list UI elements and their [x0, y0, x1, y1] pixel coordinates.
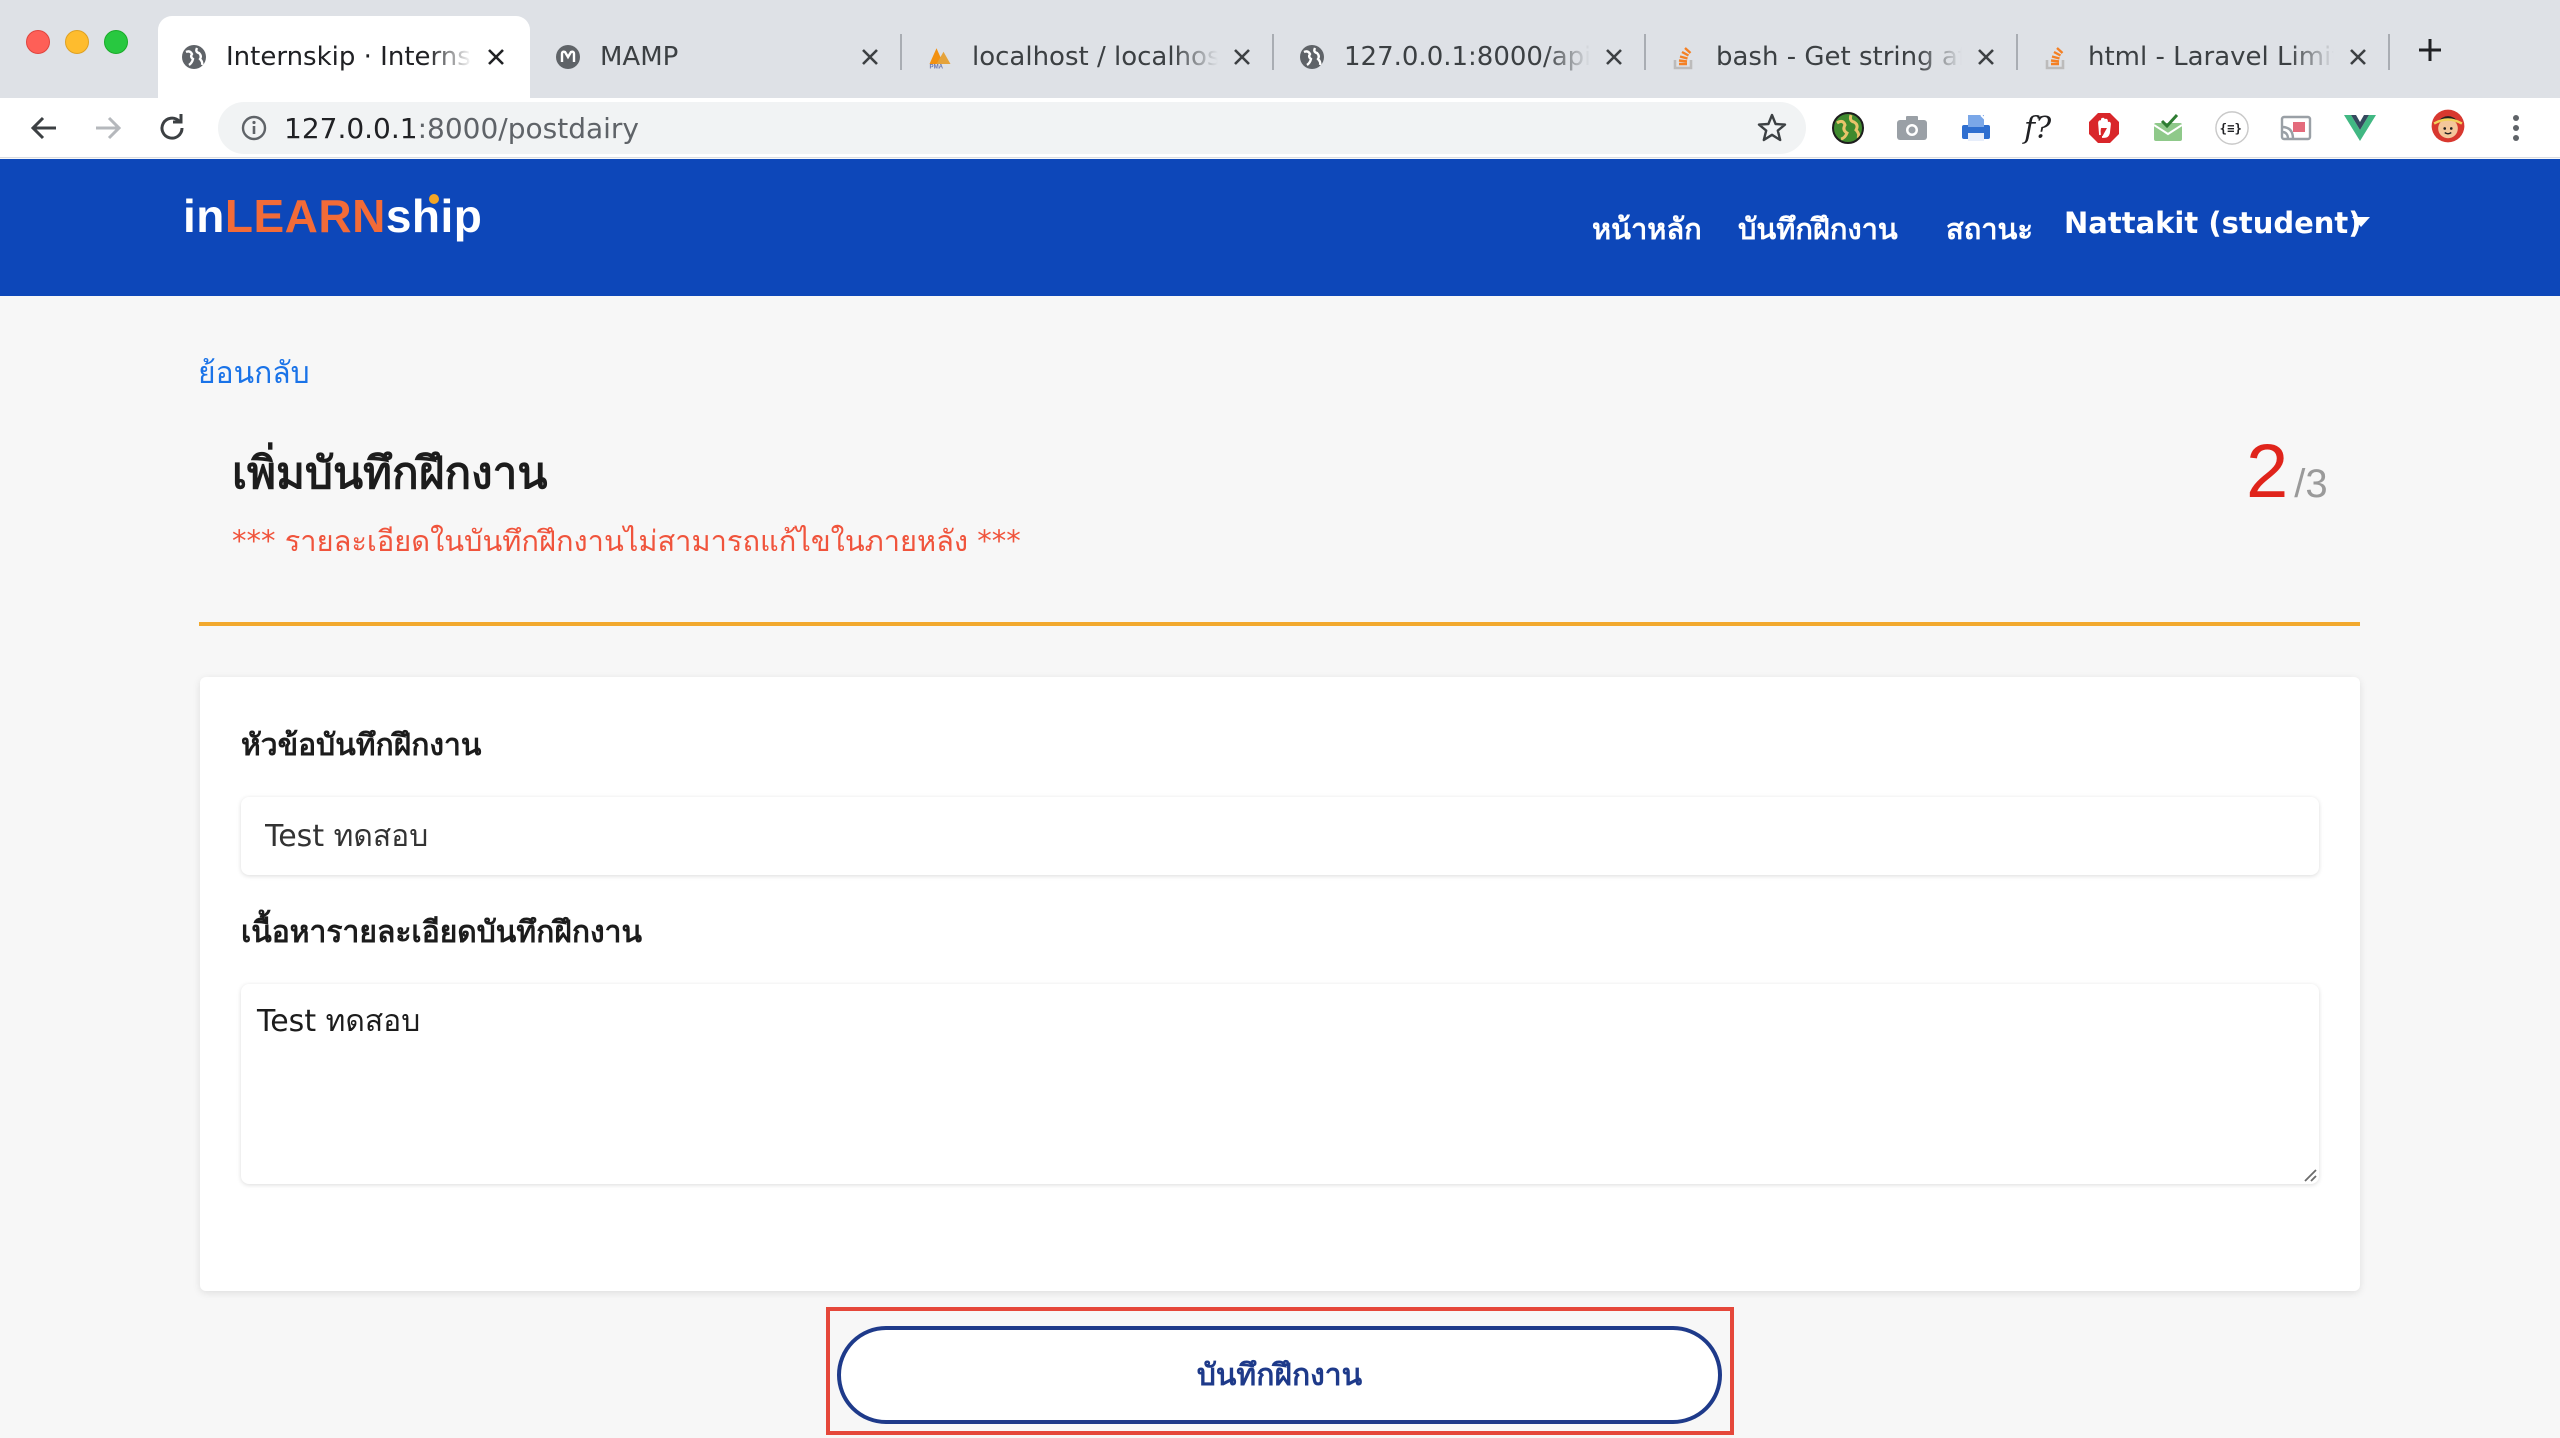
url-path: :8000/postdairy	[417, 112, 639, 145]
nav-home[interactable]: หน้าหลัก	[1592, 206, 1702, 252]
section-divider	[199, 622, 2360, 626]
tab-separator	[2388, 34, 2390, 70]
resize-grip-icon[interactable]	[2301, 1166, 2317, 1182]
kebab-menu-icon[interactable]	[2498, 110, 2534, 146]
logo-part-learn: LEARN	[224, 190, 386, 242]
tab-title: Internskip · Internskip	[226, 42, 472, 72]
window-close-button[interactable]	[26, 30, 50, 54]
avatar[interactable]	[2430, 109, 2466, 146]
browser-tab-stackoverflow-laravel[interactable]: html - Laravel Limit Ch	[2020, 16, 2392, 98]
arrow-left-icon	[30, 116, 56, 140]
caret-down-icon[interactable]	[2352, 217, 2370, 227]
tab-title: bash - Get string after	[1716, 42, 1962, 72]
json-viewer-icon[interactable]: {≡}	[2214, 110, 2250, 146]
mamp-icon	[554, 43, 582, 71]
print-extension-icon[interactable]	[1958, 110, 1994, 146]
globe-icon	[180, 43, 208, 71]
browser-tab-stackoverflow-bash[interactable]: bash - Get string after	[1648, 16, 2020, 98]
close-icon[interactable]	[482, 43, 510, 71]
window-minimize-button[interactable]	[65, 30, 89, 54]
plus-icon	[2419, 39, 2441, 61]
nav-status[interactable]: สถานะ	[1946, 206, 2033, 252]
vue-devtools-icon[interactable]	[2342, 110, 2378, 146]
counter-current: 2	[2246, 429, 2289, 514]
logo-dot	[429, 194, 439, 204]
nav-user-menu[interactable]: Nattakit (student)	[2064, 206, 2362, 240]
browser-tab-strip: Internskip · Internskip MAMP PMA localho…	[0, 0, 2560, 98]
info-icon[interactable]	[240, 114, 268, 142]
earth-extension-icon[interactable]	[1830, 110, 1866, 146]
close-icon[interactable]	[1972, 43, 2000, 71]
window-zoom-button[interactable]	[104, 30, 128, 54]
address-bar[interactable]: 127.0.0.1:8000/postdairy	[218, 102, 1806, 154]
check-mail-icon[interactable]	[2150, 110, 2186, 146]
warning-message: *** รายละเอียดในบันทึกฝึกงานไม่สามารถแก้…	[232, 524, 1021, 558]
save-journal-button[interactable]: บันทึกฝึกงาน	[837, 1326, 1722, 1424]
browser-tab-internskip[interactable]: Internskip · Internskip	[158, 16, 530, 98]
svg-text:{≡}: {≡}	[2220, 122, 2242, 136]
reload-icon	[160, 114, 184, 140]
svg-text:PMA: PMA	[930, 63, 944, 70]
counter-total: /3	[2294, 462, 2328, 506]
topic-label: หัวข้อบันทึกฝึกงาน	[241, 728, 482, 763]
back-link[interactable]: ย้อนกลับ	[198, 350, 310, 397]
tab-title: html - Laravel Limit Ch	[2088, 42, 2334, 72]
logo-part-in: in	[183, 190, 225, 242]
back-button[interactable]	[24, 108, 64, 148]
arrow-right-icon	[96, 116, 122, 140]
tab-title: MAMP	[600, 42, 679, 72]
close-icon[interactable]	[856, 43, 884, 71]
page-title: เพิ่มบันทึกฝึกงาน	[232, 448, 548, 499]
browser-tab-api[interactable]: 127.0.0.1:8000/api/inte	[1276, 16, 1648, 98]
reload-button[interactable]	[152, 108, 192, 148]
topic-input[interactable]	[241, 797, 2319, 875]
svg-text:f?: f?	[2022, 111, 2052, 145]
journal-form-card: หัวข้อบันทึกฝึกงาน เนื้อหารายละเอียดบันท…	[200, 677, 2360, 1291]
close-icon[interactable]	[1228, 43, 1256, 71]
browser-toolbar: 127.0.0.1:8000/postdairy f? {≡}	[0, 98, 2560, 158]
cast-icon[interactable]	[2278, 110, 2314, 146]
url-host: 127.0.0.1	[284, 112, 418, 145]
adblock-icon[interactable]	[2086, 110, 2122, 146]
tab-separator	[1644, 34, 1646, 70]
forward-button[interactable]	[88, 108, 128, 148]
tab-title: localhost / localhost / s	[972, 42, 1218, 72]
detail-textarea[interactable]: Test ทดสอบ	[241, 984, 2319, 1184]
entry-counter: 2/3	[2246, 428, 2328, 515]
bookmark-star-icon[interactable]	[1756, 112, 1788, 144]
site-header: inLEARNship หน้าหลัก บันทึกฝึกงาน สถานะ …	[0, 159, 2560, 296]
browser-tab-mamp[interactable]: MAMP	[532, 16, 904, 98]
tab-separator	[1272, 34, 1274, 70]
tab-separator	[900, 34, 902, 70]
stackoverflow-icon	[1670, 43, 1698, 71]
browser-tab-phpmyadmin[interactable]: PMA localhost / localhost / s	[904, 16, 1276, 98]
camera-icon[interactable]	[1894, 110, 1930, 146]
new-tab-button[interactable]	[2410, 30, 2450, 70]
globe-icon	[1298, 43, 1326, 71]
url-text[interactable]: 127.0.0.1:8000/postdairy	[284, 112, 639, 145]
close-icon[interactable]	[1600, 43, 1628, 71]
font-finder-icon[interactable]: f?	[2022, 110, 2058, 146]
close-icon[interactable]	[2344, 43, 2372, 71]
nav-journal[interactable]: บันทึกฝึกงาน	[1738, 206, 1898, 252]
tab-separator	[2016, 34, 2018, 70]
tab-title: 127.0.0.1:8000/api/inte	[1344, 42, 1590, 72]
stackoverflow-icon	[2042, 43, 2070, 71]
detail-label: เนื้อหารายละเอียดบันทึกฝึกงาน	[241, 915, 643, 950]
phpmyadmin-icon: PMA	[926, 43, 954, 71]
